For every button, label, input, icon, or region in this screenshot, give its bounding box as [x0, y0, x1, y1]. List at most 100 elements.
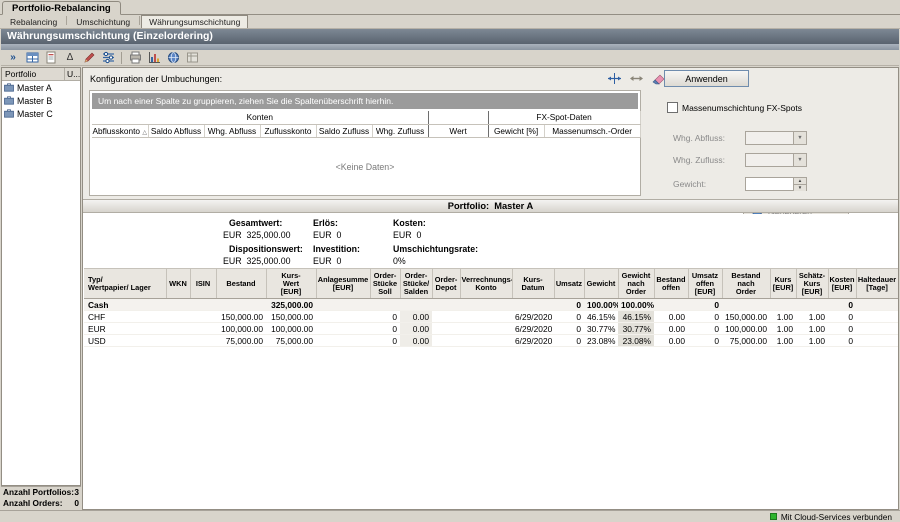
column-header-bestand-offen[interactable]: Bestand offen [654, 269, 688, 299]
cell: 0 [554, 299, 584, 311]
globe-icon [167, 51, 180, 64]
print-button[interactable] [126, 51, 144, 65]
table-row-eur[interactable]: EUR 100,000.00 100,000.00 0 0.00 6/29/20… [84, 323, 898, 335]
cell: 0 [688, 311, 722, 323]
cell: 0 [688, 323, 722, 335]
config-section: Konfiguration der Umbuchungen: Anwenden … [83, 68, 898, 199]
filter-settings-button[interactable] [99, 51, 117, 65]
cell: 0 [370, 335, 400, 347]
portfolio-count-footer: Anzahl Portfolios: 3 Anzahl Orders: 0 [1, 486, 81, 510]
column-header-kursdatum[interactable]: Kurs- Datum [512, 269, 554, 299]
page-title: Währungsumschichtung (Einzelordering) [1, 29, 899, 44]
cfg-column-gewicht[interactable]: Gewicht [%] [488, 124, 544, 137]
globe-button[interactable] [164, 51, 182, 65]
cell [722, 299, 770, 311]
gewicht-stepper[interactable]: ▲ ▼ [745, 177, 807, 191]
summary-value: EUR 0 [313, 256, 341, 266]
cell: 0 [828, 335, 856, 347]
list-item-master-b[interactable]: Master B [2, 94, 80, 107]
massenumschichtung-checkbox[interactable] [667, 102, 678, 113]
spin-up-icon[interactable]: ▲ [794, 178, 806, 185]
summary-value: EUR 325,000.00 [223, 256, 291, 266]
cfg-column-wert[interactable]: Wert [428, 124, 488, 137]
tab-umschichtung[interactable]: Umschichtung [68, 15, 138, 28]
table-row-usd[interactable]: USD 75,000.00 75,000.00 0 0.00 6/29/2020… [84, 335, 898, 347]
table-row-cash[interactable]: Cash 325,000.00 0 100.00% 100.00% 0 [84, 299, 898, 311]
list-item-master-c[interactable]: Master C [2, 107, 80, 120]
run-button[interactable]: » [4, 51, 22, 65]
positions-table-wrap: Typ/ Wertpapier/ Lager WKN ISIN Bestand … [83, 268, 898, 509]
cell: EUR [84, 323, 166, 335]
cfg-column-saldo-abfluss[interactable]: Saldo Abfluss [148, 124, 204, 137]
column-header-kurs[interactable]: Kurs [EUR] [770, 269, 796, 299]
fit-columns-button[interactable] [605, 71, 623, 85]
cfg-column-massenumsch-order[interactable]: Massenumsch.-Order [544, 124, 640, 137]
window-tab-portfolio-rebalancing[interactable]: Portfolio-Rebalancing [2, 1, 121, 15]
cell [512, 299, 554, 311]
cell: 1.00 [796, 323, 828, 335]
delta-icon: Δ [67, 53, 74, 63]
dropdown-icon[interactable]: ▼ [793, 132, 806, 144]
whg-abfluss-select[interactable]: ▼ [745, 131, 807, 145]
layout-icon [186, 51, 199, 64]
cfg-column-whg-abfluss[interactable]: Whg. Abfluss [204, 124, 260, 137]
whg-zufluss-select[interactable]: ▼ [745, 153, 807, 167]
cfg-column-saldo-zufluss[interactable]: Saldo Zufluss [316, 124, 372, 137]
summary-value: EUR 0 [393, 230, 421, 240]
cell: 75,000.00 [266, 335, 316, 347]
summary-value: EUR 0 [313, 230, 341, 240]
cell: 75,000.00 [722, 335, 770, 347]
column-header-wkn[interactable]: WKN [166, 269, 190, 299]
column-header-u[interactable]: U... [65, 68, 80, 80]
column-header-kosten[interactable]: Kosten [EUR] [828, 269, 856, 299]
config-toolbar [605, 71, 667, 85]
table-view-button[interactable] [23, 51, 41, 65]
run-icon: » [10, 53, 16, 63]
column-header-bestand-nach-order[interactable]: Bestand nach Order [722, 269, 770, 299]
apply-button[interactable]: Anwenden [664, 70, 749, 87]
column-header-order-stuecke-soll[interactable]: Order- Stücke Soll [370, 269, 400, 299]
list-item-label: Master A [17, 83, 52, 93]
column-header-gewicht-nach-order[interactable]: Gewicht nach Order [618, 269, 654, 299]
column-header-typ[interactable]: Typ/ Wertpapier/ Lager [84, 269, 166, 299]
delta-button[interactable]: Δ [61, 51, 79, 65]
column-header-umsatz-offen[interactable]: Umsatz offen [EUR] [688, 269, 722, 299]
reset-columns-button[interactable] [627, 71, 645, 85]
tab-rebalancing[interactable]: Rebalancing [2, 15, 65, 28]
tab-separator [139, 16, 140, 25]
cfg-column-label: Abflusskonto [93, 126, 141, 136]
layout-button[interactable] [183, 51, 201, 65]
table-row-chf[interactable]: CHF 150,000.00 150,000.00 0 0.00 6/29/20… [84, 311, 898, 323]
column-header-portfolio[interactable]: Portfolio [2, 68, 65, 80]
column-header-schaetz-kurs[interactable]: Schätz- Kurs [EUR] [796, 269, 828, 299]
cell [316, 299, 370, 311]
orders-button[interactable] [42, 51, 60, 65]
cfg-column-zuflusskonto[interactable]: Zuflusskonto [260, 124, 316, 137]
chart-button[interactable] [145, 51, 163, 65]
column-header-umsatz[interactable]: Umsatz [554, 269, 584, 299]
column-header-order-stuecke-salden[interactable]: Order- Stücke/ Salden [400, 269, 432, 299]
column-header-order-depot[interactable]: Order- Depot [432, 269, 460, 299]
column-header-isin[interactable]: ISIN [190, 269, 216, 299]
portfolio-icon [4, 96, 14, 105]
cloud-status-icon [770, 513, 777, 520]
cfg-column-whg-zufluss[interactable]: Whg. Zufluss [372, 124, 428, 137]
column-header-anlagesumme[interactable]: Anlagesumme [EUR] [316, 269, 370, 299]
column-header-haltedauer[interactable]: Haltedauer [Tage] [856, 269, 898, 299]
column-header-bestand[interactable]: Bestand [216, 269, 266, 299]
column-header-verrechnungskonto[interactable]: Verrechnungs- Konto [460, 269, 512, 299]
column-header-gewicht[interactable]: Gewicht [584, 269, 618, 299]
tab-waehrungsumschichtung[interactable]: Währungsumschichtung [141, 15, 248, 28]
portfolio-list-header: Portfolio U... [2, 68, 80, 81]
stepper-buttons: ▲ ▼ [793, 178, 806, 190]
cell: 75,000.00 [216, 335, 266, 347]
edit-button[interactable] [80, 51, 98, 65]
dropdown-icon[interactable]: ▼ [793, 154, 806, 166]
cfg-column-abflusskonto[interactable]: Abflusskonto △ [92, 124, 148, 137]
list-item-master-a[interactable]: Master A [2, 81, 80, 94]
column-header-kurswert[interactable]: Kurs- Wert [EUR] [266, 269, 316, 299]
cell: 100.00% [618, 299, 654, 311]
cell [316, 323, 370, 335]
spin-down-icon[interactable]: ▼ [794, 185, 806, 191]
portfolio-count-label: Anzahl Portfolios: [3, 487, 74, 498]
